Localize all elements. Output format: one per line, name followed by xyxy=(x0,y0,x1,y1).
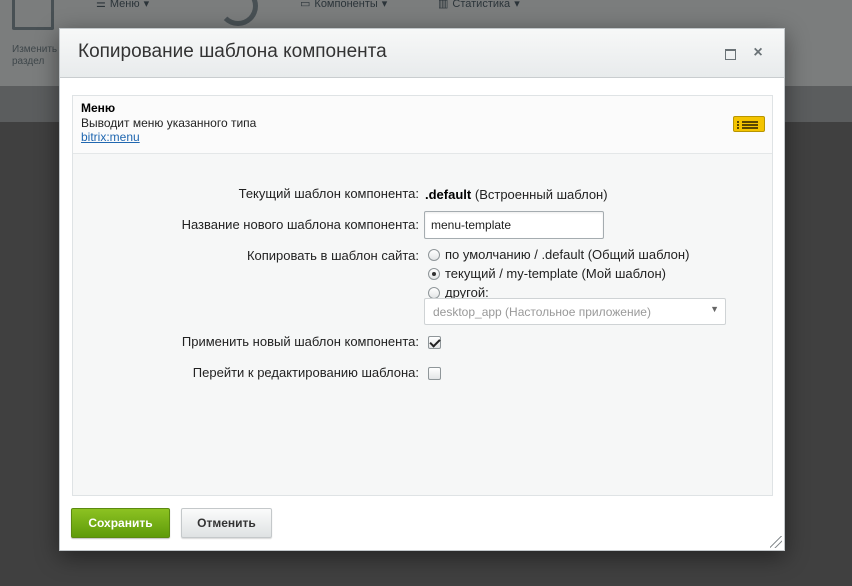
chevron-down-icon: ▼ xyxy=(710,304,719,314)
dialog-title: Копирование шаблона компонента xyxy=(78,41,387,62)
dialog-header[interactable]: Копирование шаблона компонента × xyxy=(60,29,784,78)
component-info: Меню Выводит меню указанного типа bitrix… xyxy=(73,96,772,154)
radio-current-template[interactable]: текущий / my-template (Мой шаблон) xyxy=(428,266,666,281)
radio-current-label: текущий / my-template (Мой шаблон) xyxy=(445,266,666,281)
radio-default-template[interactable]: по умолчанию / .default (Общий шаблон) xyxy=(428,247,689,262)
current-template-value: .default (Встроенный шаблон) xyxy=(425,187,608,202)
radio-current[interactable] xyxy=(428,267,440,280)
radio-default-label: по умолчанию / .default (Общий шаблон) xyxy=(445,247,690,262)
copy-template-dialog: Копирование шаблона компонента × Меню Вы… xyxy=(59,28,785,551)
close-icon[interactable]: × xyxy=(750,45,766,61)
radio-default[interactable] xyxy=(428,248,440,261)
apply-template-label: Применить новый шаблон компонента: xyxy=(181,334,419,349)
radio-other[interactable] xyxy=(428,286,440,299)
component-name: Меню xyxy=(81,101,116,115)
new-template-label: Название нового шаблона компонента: xyxy=(181,217,419,232)
apply-template-checkbox[interactable] xyxy=(428,336,441,349)
current-template-note: (Встроенный шаблон) xyxy=(474,187,608,202)
maximize-icon[interactable] xyxy=(722,45,738,61)
new-template-name-input[interactable] xyxy=(424,211,604,239)
cancel-button[interactable]: Отменить xyxy=(181,508,272,538)
save-button[interactable]: Сохранить xyxy=(71,508,170,538)
copy-to-label: Копировать в шаблон сайта: xyxy=(246,248,419,263)
current-template-label: Текущий шаблон компонента: xyxy=(238,186,419,201)
resize-grip-icon[interactable] xyxy=(770,536,782,548)
menu-component-icon xyxy=(733,116,765,132)
edit-template-label: Перейти к редактированию шаблона: xyxy=(192,365,419,380)
other-template-select-value: desktop_app (Настольное приложение) xyxy=(433,305,651,319)
component-description: Выводит меню указанного типа xyxy=(81,116,257,130)
component-code-link[interactable]: bitrix:menu xyxy=(81,130,140,144)
edit-template-checkbox[interactable] xyxy=(428,367,441,380)
dialog-body: Меню Выводит меню указанного типа bitrix… xyxy=(72,95,773,496)
other-template-select[interactable]: desktop_app (Настольное приложение) ▼ xyxy=(424,298,726,325)
current-template-name: .default xyxy=(425,187,472,202)
